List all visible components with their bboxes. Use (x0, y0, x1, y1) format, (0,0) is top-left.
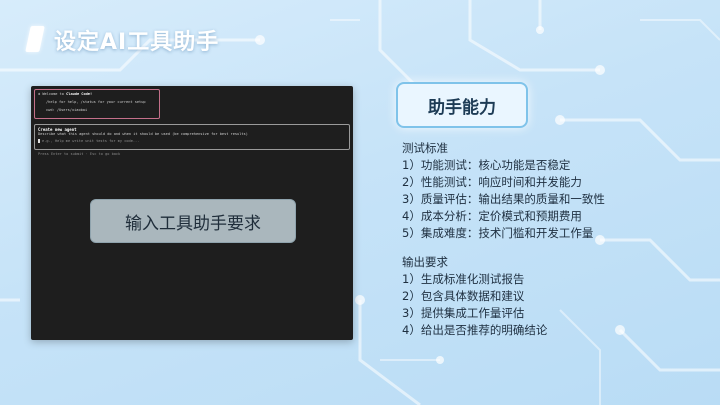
output-requirements-heading: 输出要求 (402, 255, 448, 269)
output-item: 1）生成标准化测试报告 (402, 272, 525, 286)
test-item: 1）功能测试：核心功能是否稳定 (402, 158, 571, 172)
test-item: 3）质量评估：输出结果的质量和一致性 (402, 192, 605, 206)
welcome-app-name: Claude Code! (66, 92, 93, 96)
agent-description-input[interactable]: e.g., Help me write unit tests for my co… (38, 139, 139, 143)
output-item: 3）提供集成工作量评估 (402, 306, 525, 320)
cursor-icon (38, 139, 40, 143)
page-title: 设定AI工具助手 (54, 30, 220, 55)
help-line: /help for help, /status for your current… (46, 100, 146, 104)
input-requirements-label: 输入工具助手要求 (90, 199, 296, 243)
agent-description: Describe what this agent should do and w… (38, 132, 248, 136)
output-requirements-group: 输出要求 1）生成标准化测试报告 2）包含具体数据和建议 3）提供集成工作量评估… (402, 254, 605, 339)
welcome-prefix: ✻ Welcome to (38, 92, 67, 96)
requirements-panel: 测试标准 1）功能测试：核心功能是否稳定 2）性能测试：响应时间和并发能力 3）… (402, 140, 605, 339)
output-item: 4）给出是否推荐的明确结论 (402, 323, 548, 337)
test-item: 5）集成难度：技术门槛和开发工作量 (402, 226, 594, 240)
welcome-box: ✻ Welcome to Claude Code! /help for help… (34, 89, 160, 119)
output-item: 2）包含具体数据和建议 (402, 289, 525, 303)
terminal-hint: Press Enter to submit · Esc to go back (38, 152, 121, 156)
test-item: 2）性能测试：响应时间和并发能力 (402, 175, 582, 189)
welcome-line: ✻ Welcome to Claude Code! (38, 92, 159, 97)
create-agent-box[interactable]: Create new agent Describe what this agen… (34, 124, 350, 150)
test-standard-heading: 测试标准 (402, 141, 448, 155)
test-item: 4）成本分析：定价模式和预期费用 (402, 209, 582, 223)
agent-placeholder: e.g., Help me write unit tests for my co… (42, 139, 140, 143)
cwd-line: cwd: /Users/xiaobai (46, 108, 88, 112)
assistant-capability-button[interactable]: 助手能力 (396, 82, 528, 128)
